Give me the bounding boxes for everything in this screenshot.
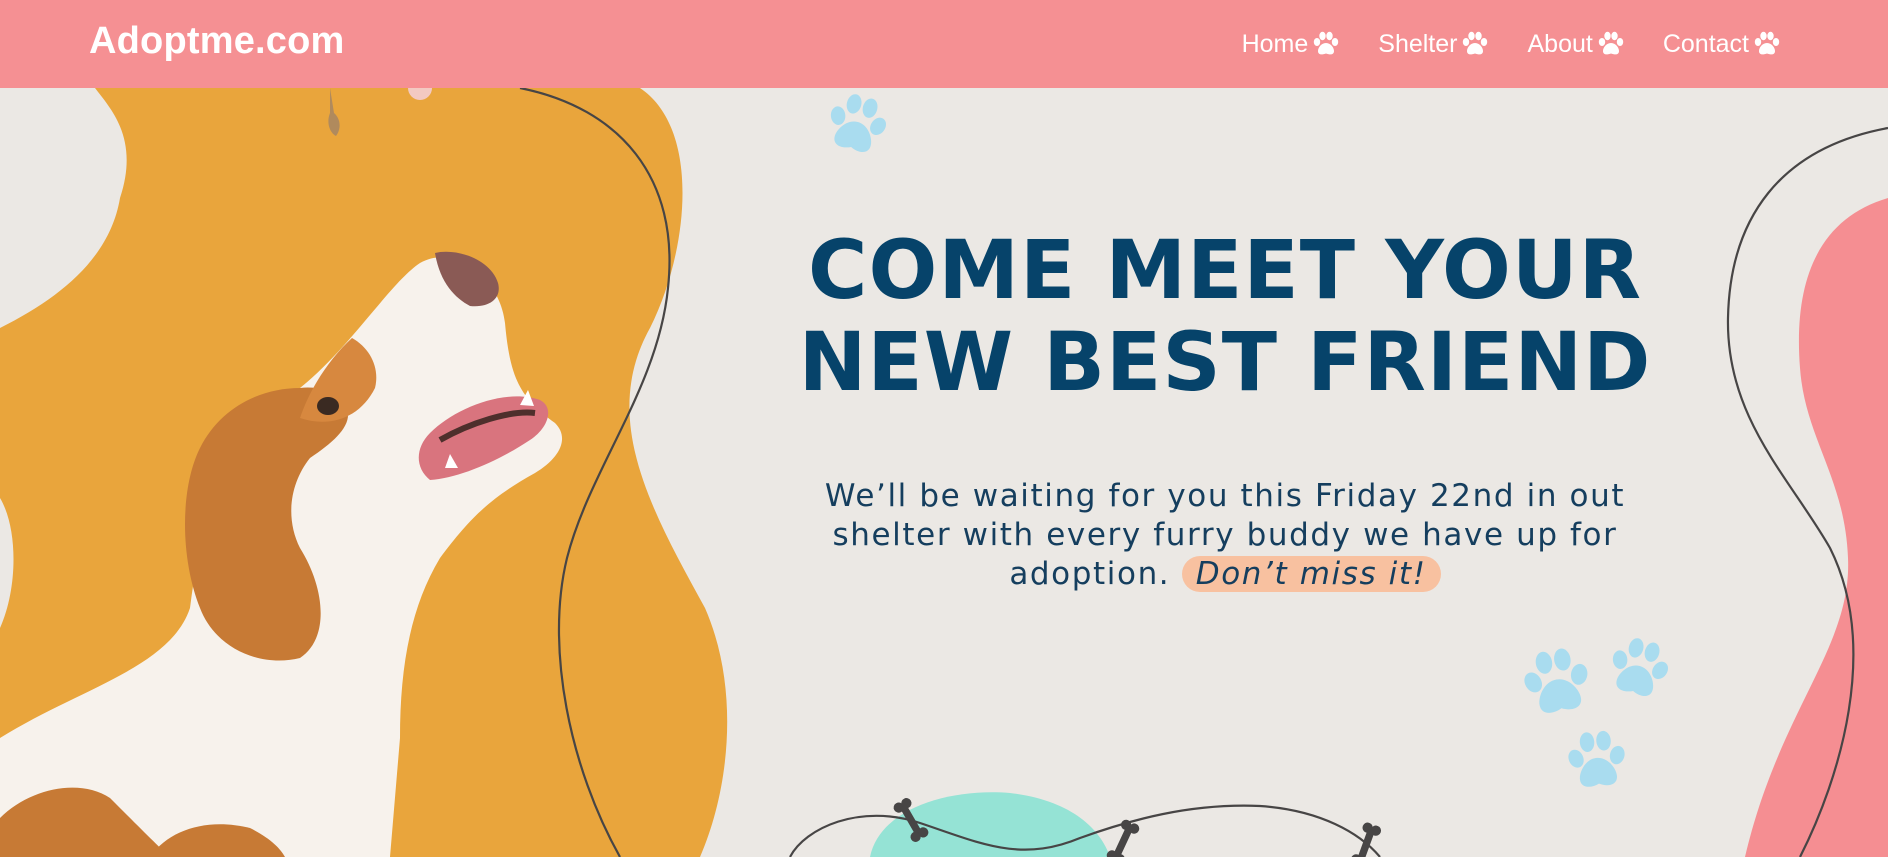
hero-headline: COME MEET YOUR NEW BEST FRIEND xyxy=(770,225,1680,409)
paw-icon xyxy=(1463,31,1488,55)
nav-home-link[interactable]: Home xyxy=(1242,30,1341,59)
paw-icon xyxy=(1314,31,1339,55)
hero-tagline: We’ll be waiting for you this Friday 22n… xyxy=(800,477,1650,594)
headline-line-2: NEW BEST FRIEND xyxy=(798,316,1652,410)
nav-home-label: Home xyxy=(1241,29,1309,58)
paw-prints xyxy=(820,88,1677,789)
nav-shelter-link[interactable]: Shelter xyxy=(1378,30,1489,59)
nav-menu: Home Shelter About Contact xyxy=(1242,0,1781,88)
navbar: Adoptme.com Home Shelter About Contact xyxy=(0,0,1888,88)
headline-line-1: COME MEET YOUR xyxy=(808,224,1642,318)
paw-icon xyxy=(1754,31,1780,55)
nav-about-link[interactable]: About xyxy=(1527,30,1624,59)
nav-contact-label: Contact xyxy=(1662,29,1749,58)
tagline-highlight: Don’t miss it! xyxy=(1181,556,1441,592)
brand-logo[interactable]: Adoptme.com xyxy=(89,20,345,63)
hero-background xyxy=(0,88,1888,857)
nav-shelter-label: Shelter xyxy=(1378,29,1458,58)
nav-about-label: About xyxy=(1527,29,1593,58)
hero-section: COME MEET YOUR NEW BEST FRIEND We’ll be … xyxy=(0,88,1888,857)
paw-icon xyxy=(1598,31,1624,55)
nav-contact-link[interactable]: Contact xyxy=(1663,30,1781,59)
